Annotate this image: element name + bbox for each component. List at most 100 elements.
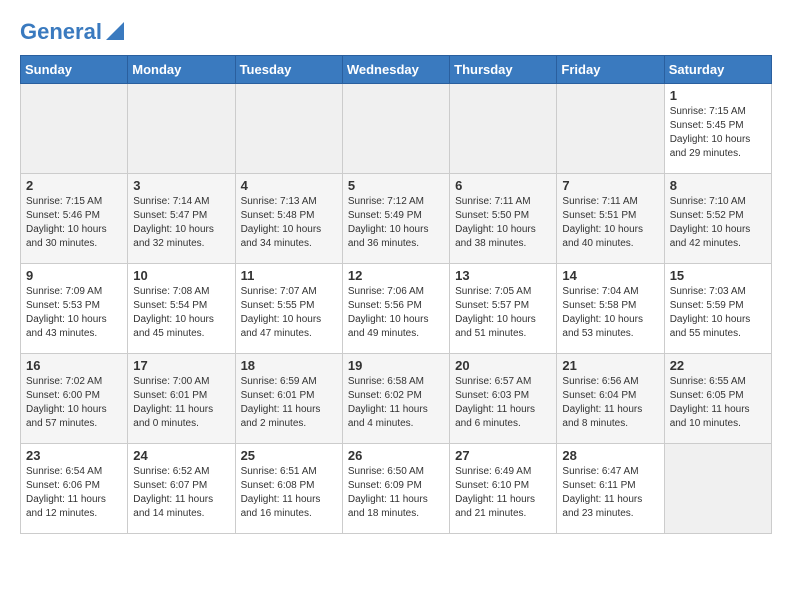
day-info: Sunrise: 7:07 AM Sunset: 5:55 PM Dayligh… [241, 285, 337, 341]
day-info: Sunrise: 6:54 AM Sunset: 6:06 PM Dayligh… [26, 465, 122, 521]
calendar-cell: 16 Sunrise: 7:02 AM Sunset: 6:00 PM Dayli… [21, 354, 128, 444]
day-info: Sunrise: 6:51 AM Sunset: 6:08 PM Dayligh… [241, 465, 337, 521]
day-info: Sunrise: 7:09 AM Sunset: 5:53 PM Dayligh… [26, 285, 122, 341]
calendar-cell [21, 84, 128, 174]
day-number: 16 [26, 358, 122, 373]
calendar-cell: 18 Sunrise: 6:59 AM Sunset: 6:01 PM Dayli… [235, 354, 342, 444]
day-number: 14 [562, 268, 658, 283]
day-number: 17 [133, 358, 229, 373]
day-number: 20 [455, 358, 551, 373]
calendar-cell: 20 Sunrise: 6:57 AM Sunset: 6:03 PM Dayli… [450, 354, 557, 444]
calendar-cell: 13 Sunrise: 7:05 AM Sunset: 5:57 PM Dayli… [450, 264, 557, 354]
day-info: Sunrise: 6:47 AM Sunset: 6:11 PM Dayligh… [562, 465, 658, 521]
day-info: Sunrise: 6:56 AM Sunset: 6:04 PM Dayligh… [562, 375, 658, 431]
calendar-cell: 1 Sunrise: 7:15 AM Sunset: 5:45 PM Daylig… [664, 84, 771, 174]
day-info: Sunrise: 6:55 AM Sunset: 6:05 PM Dayligh… [670, 375, 766, 431]
day-number: 13 [455, 268, 551, 283]
day-number: 23 [26, 448, 122, 463]
calendar-cell [342, 84, 449, 174]
calendar-cell: 21 Sunrise: 6:56 AM Sunset: 6:04 PM Dayli… [557, 354, 664, 444]
calendar-cell: 19 Sunrise: 6:58 AM Sunset: 6:02 PM Dayli… [342, 354, 449, 444]
page-header: General [20, 20, 772, 45]
day-info: Sunrise: 7:12 AM Sunset: 5:49 PM Dayligh… [348, 195, 444, 251]
calendar-cell: 14 Sunrise: 7:04 AM Sunset: 5:58 PM Dayli… [557, 264, 664, 354]
col-header-saturday: Saturday [664, 56, 771, 84]
calendar-cell: 27 Sunrise: 6:49 AM Sunset: 6:10 PM Dayli… [450, 444, 557, 534]
calendar-cell: 6 Sunrise: 7:11 AM Sunset: 5:50 PM Daylig… [450, 174, 557, 264]
day-number: 10 [133, 268, 229, 283]
day-number: 27 [455, 448, 551, 463]
calendar-cell: 23 Sunrise: 6:54 AM Sunset: 6:06 PM Dayli… [21, 444, 128, 534]
calendar-table: SundayMondayTuesdayWednesdayThursdayFrid… [20, 55, 772, 534]
logo-text: General [20, 20, 102, 44]
day-info: Sunrise: 6:49 AM Sunset: 6:10 PM Dayligh… [455, 465, 551, 521]
day-number: 15 [670, 268, 766, 283]
logo: General [20, 20, 124, 45]
day-number: 9 [26, 268, 122, 283]
day-number: 21 [562, 358, 658, 373]
col-header-wednesday: Wednesday [342, 56, 449, 84]
calendar-cell: 5 Sunrise: 7:12 AM Sunset: 5:49 PM Daylig… [342, 174, 449, 264]
day-number: 1 [670, 88, 766, 103]
day-info: Sunrise: 7:04 AM Sunset: 5:58 PM Dayligh… [562, 285, 658, 341]
calendar-cell: 22Sunrise: 6:55 AM Sunset: 6:05 PM Dayli… [664, 354, 771, 444]
day-info: Sunrise: 7:15 AM Sunset: 5:46 PM Dayligh… [26, 195, 122, 251]
calendar-cell: 25 Sunrise: 6:51 AM Sunset: 6:08 PM Dayli… [235, 444, 342, 534]
day-info: Sunrise: 7:15 AM Sunset: 5:45 PM Dayligh… [670, 105, 766, 161]
day-info: Sunrise: 7:10 AM Sunset: 5:52 PM Dayligh… [670, 195, 766, 251]
day-number: 24 [133, 448, 229, 463]
calendar-cell [235, 84, 342, 174]
day-info: Sunrise: 7:13 AM Sunset: 5:48 PM Dayligh… [241, 195, 337, 251]
calendar-cell: 8 Sunrise: 7:10 AM Sunset: 5:52 PM Daylig… [664, 174, 771, 264]
day-info: Sunrise: 6:52 AM Sunset: 6:07 PM Dayligh… [133, 465, 229, 521]
calendar-cell: 17 Sunrise: 7:00 AM Sunset: 6:01 PM Dayli… [128, 354, 235, 444]
calendar-cell: 7 Sunrise: 7:11 AM Sunset: 5:51 PM Daylig… [557, 174, 664, 264]
day-number: 25 [241, 448, 337, 463]
day-info: Sunrise: 6:57 AM Sunset: 6:03 PM Dayligh… [455, 375, 551, 431]
calendar-cell: 10Sunrise: 7:08 AM Sunset: 5:54 PM Dayli… [128, 264, 235, 354]
col-header-friday: Friday [557, 56, 664, 84]
day-info: Sunrise: 7:00 AM Sunset: 6:01 PM Dayligh… [133, 375, 229, 431]
day-info: Sunrise: 7:14 AM Sunset: 5:47 PM Dayligh… [133, 195, 229, 251]
day-info: Sunrise: 7:02 AM Sunset: 6:00 PM Dayligh… [26, 375, 122, 431]
day-info: Sunrise: 6:59 AM Sunset: 6:01 PM Dayligh… [241, 375, 337, 431]
calendar-cell: 2 Sunrise: 7:15 AM Sunset: 5:46 PM Daylig… [21, 174, 128, 264]
day-number: 7 [562, 178, 658, 193]
calendar-cell: 26 Sunrise: 6:50 AM Sunset: 6:09 PM Dayli… [342, 444, 449, 534]
col-header-sunday: Sunday [21, 56, 128, 84]
calendar-cell [450, 84, 557, 174]
calendar-cell: 12 Sunrise: 7:06 AM Sunset: 5:56 PM Dayli… [342, 264, 449, 354]
calendar-cell: 3 Sunrise: 7:14 AM Sunset: 5:47 PM Daylig… [128, 174, 235, 264]
day-number: 5 [348, 178, 444, 193]
day-number: 3 [133, 178, 229, 193]
calendar-cell [128, 84, 235, 174]
calendar-cell [664, 444, 771, 534]
calendar-cell: 15 Sunrise: 7:03 AM Sunset: 5:59 PM Dayli… [664, 264, 771, 354]
col-header-tuesday: Tuesday [235, 56, 342, 84]
day-number: 28 [562, 448, 658, 463]
day-number: 8 [670, 178, 766, 193]
day-number: 4 [241, 178, 337, 193]
col-header-monday: Monday [128, 56, 235, 84]
day-info: Sunrise: 7:11 AM Sunset: 5:50 PM Dayligh… [455, 195, 551, 251]
day-info: Sunrise: 6:58 AM Sunset: 6:02 PM Dayligh… [348, 375, 444, 431]
day-info: Sunrise: 7:03 AM Sunset: 5:59 PM Dayligh… [670, 285, 766, 341]
calendar-cell: 11 Sunrise: 7:07 AM Sunset: 5:55 PM Dayli… [235, 264, 342, 354]
day-number: 2 [26, 178, 122, 193]
day-info: Sunrise: 7:06 AM Sunset: 5:56 PM Dayligh… [348, 285, 444, 341]
calendar-cell: 9 Sunrise: 7:09 AM Sunset: 5:53 PM Daylig… [21, 264, 128, 354]
day-number: 11 [241, 268, 337, 283]
day-number: 19 [348, 358, 444, 373]
day-info: Sunrise: 6:50 AM Sunset: 6:09 PM Dayligh… [348, 465, 444, 521]
col-header-thursday: Thursday [450, 56, 557, 84]
calendar-cell: 24 Sunrise: 6:52 AM Sunset: 6:07 PM Dayli… [128, 444, 235, 534]
day-number: 18 [241, 358, 337, 373]
day-number: 26 [348, 448, 444, 463]
day-number: 6 [455, 178, 551, 193]
calendar-cell: 28 Sunrise: 6:47 AM Sunset: 6:11 PM Dayli… [557, 444, 664, 534]
calendar-cell: 4 Sunrise: 7:13 AM Sunset: 5:48 PM Daylig… [235, 174, 342, 264]
day-number: 12 [348, 268, 444, 283]
day-info: Sunrise: 7:05 AM Sunset: 5:57 PM Dayligh… [455, 285, 551, 341]
calendar-cell [557, 84, 664, 174]
day-info: Sunrise: 7:11 AM Sunset: 5:51 PM Dayligh… [562, 195, 658, 251]
